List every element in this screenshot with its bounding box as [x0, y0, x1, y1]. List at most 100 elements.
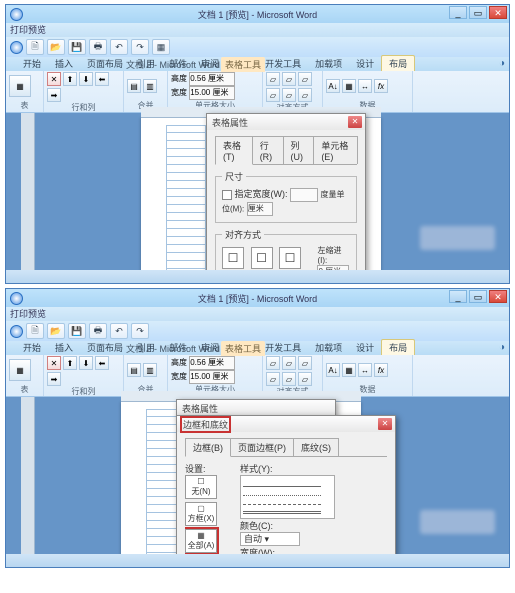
pref-width-input[interactable] — [290, 188, 318, 202]
convert-icon[interactable]: ↔ — [358, 363, 372, 377]
setting-none[interactable]: ☐无(N) — [185, 475, 217, 499]
open-icon[interactable]: 📂 — [47, 39, 65, 55]
setting-box[interactable]: ▢方框(X) — [185, 502, 217, 526]
delete-icon[interactable]: ✕ — [47, 356, 61, 370]
print-icon[interactable]: 🖶 — [89, 39, 107, 55]
help-icon[interactable]: ◑ — [499, 58, 505, 69]
select-icon[interactable]: ▦ — [9, 75, 31, 97]
tab-pagelayout[interactable]: 页面布局 — [80, 340, 130, 355]
align-center-opt[interactable]: ☐ — [251, 247, 273, 269]
align-mr-icon[interactable]: ▱ — [298, 372, 312, 386]
dialog-close-icon[interactable]: ✕ — [348, 116, 362, 128]
save-icon[interactable]: 💾 — [68, 323, 86, 339]
tab-developer[interactable]: 开发工具 — [258, 56, 308, 71]
style-listbox[interactable] — [240, 475, 335, 519]
close-button[interactable]: ✕ — [489, 6, 507, 19]
tab-page-border[interactable]: 页面边框(P) — [230, 438, 294, 456]
tab-pagelayout[interactable]: 页面布局 — [80, 56, 130, 71]
undo-icon[interactable]: ↶ — [110, 323, 128, 339]
open-icon[interactable]: 📂 — [47, 323, 65, 339]
align-tr-icon[interactable]: ▱ — [298, 72, 312, 86]
setting-all[interactable]: ▦全部(A) — [185, 529, 217, 553]
tab-layout[interactable]: 布局 — [381, 339, 415, 355]
insert-right-icon[interactable]: ➡ — [47, 372, 61, 386]
align-mc-icon[interactable]: ▱ — [282, 88, 296, 102]
tab-cell-prop[interactable]: 单元格(E) — [313, 136, 358, 164]
insert-above-icon[interactable]: ⬆ — [63, 72, 77, 86]
dialog2-close-icon[interactable]: ✕ — [378, 418, 392, 430]
align-tr-icon[interactable]: ▱ — [298, 356, 312, 370]
insert-below-icon[interactable]: ⬇ — [79, 72, 93, 86]
office-orb[interactable] — [10, 8, 23, 21]
maximize-button[interactable]: ▭ — [469, 6, 487, 19]
tab-table-prop[interactable]: 表格(T) — [215, 136, 253, 165]
tab-layout[interactable]: 布局 — [381, 55, 415, 71]
new-icon[interactable]: 🗎 — [26, 323, 44, 339]
minimize-button[interactable]: _ — [449, 290, 467, 303]
tab-row-prop[interactable]: 行(R) — [252, 136, 284, 164]
split-icon[interactable]: ▥ — [143, 363, 157, 377]
tab-design[interactable]: 设计 — [349, 340, 381, 355]
formula-icon[interactable]: fx — [374, 79, 388, 93]
tab-start[interactable]: 开始 — [16, 340, 48, 355]
tab-addins[interactable]: 加载项 — [308, 56, 349, 71]
minimize-button[interactable]: _ — [449, 6, 467, 19]
sort-icon[interactable]: A↓ — [326, 79, 340, 93]
height-input[interactable]: 0.56 厘米 — [189, 356, 235, 370]
delete-icon[interactable]: ✕ — [47, 72, 61, 86]
convert-icon[interactable]: ↔ — [358, 79, 372, 93]
align-mc-icon[interactable]: ▱ — [282, 372, 296, 386]
tab-developer[interactable]: 开发工具 — [258, 340, 308, 355]
redo-icon[interactable]: ↷ — [131, 323, 149, 339]
undo-icon[interactable]: ↶ — [110, 39, 128, 55]
print-icon[interactable]: 🖶 — [89, 323, 107, 339]
align-left-opt[interactable]: ☐ — [222, 247, 244, 269]
width-input[interactable]: 15.00 厘米 — [189, 86, 235, 100]
tab-addins[interactable]: 加载项 — [308, 340, 349, 355]
maximize-button[interactable]: ▭ — [469, 290, 487, 303]
tab-insert[interactable]: 插入 — [48, 340, 80, 355]
repeat-header-icon[interactable]: ▦ — [342, 363, 356, 377]
merge-icon[interactable]: ▤ — [127, 79, 141, 93]
align-mr-icon[interactable]: ▱ — [298, 88, 312, 102]
select-icon[interactable]: ▦ — [9, 359, 31, 381]
align-ml-icon[interactable]: ▱ — [266, 88, 280, 102]
measure-combo[interactable]: 厘米 — [247, 202, 273, 216]
tab-insert[interactable]: 插入 — [48, 56, 80, 71]
pref-width-checkbox[interactable] — [222, 190, 232, 200]
office-orb-2[interactable] — [10, 325, 23, 338]
tab-design[interactable]: 设计 — [349, 56, 381, 71]
insert-left-icon[interactable]: ⬅ — [95, 356, 109, 370]
redo-icon[interactable]: ↷ — [131, 39, 149, 55]
formula-icon[interactable]: fx — [374, 363, 388, 377]
align-tc-icon[interactable]: ▱ — [282, 72, 296, 86]
align-tl-icon[interactable]: ▱ — [266, 356, 280, 370]
table-icon[interactable]: ▦ — [152, 39, 170, 55]
color-combo[interactable]: 自动 ▾ — [240, 532, 300, 546]
split-icon[interactable]: ▥ — [143, 79, 157, 93]
sort-icon[interactable]: A↓ — [326, 363, 340, 377]
office-orb[interactable] — [10, 292, 23, 305]
tab-start[interactable]: 开始 — [16, 56, 48, 71]
save-icon[interactable]: 💾 — [68, 39, 86, 55]
align-tl-icon[interactable]: ▱ — [266, 72, 280, 86]
new-icon[interactable]: 🗎 — [26, 39, 44, 55]
align-tc-icon[interactable]: ▱ — [282, 356, 296, 370]
insert-right-icon[interactable]: ➡ — [47, 88, 61, 102]
close-button[interactable]: ✕ — [489, 290, 507, 303]
insert-below-icon[interactable]: ⬇ — [79, 356, 93, 370]
align-ml-icon[interactable]: ▱ — [266, 372, 280, 386]
width-input[interactable]: 15.00 厘米 — [189, 370, 235, 384]
tab-borders[interactable]: 边框(B) — [185, 438, 231, 457]
office-orb-2[interactable] — [10, 41, 23, 54]
insert-left-icon[interactable]: ⬅ — [95, 72, 109, 86]
insert-above-icon[interactable]: ⬆ — [63, 356, 77, 370]
align-right-opt[interactable]: ☐ — [279, 247, 301, 269]
tab-shading[interactable]: 底纹(S) — [293, 438, 339, 456]
merge-icon[interactable]: ▤ — [127, 363, 141, 377]
repeat-header-icon[interactable]: ▦ — [342, 79, 356, 93]
user-table[interactable] — [166, 125, 206, 284]
help-icon[interactable]: ◑ — [499, 342, 505, 353]
height-input[interactable]: 0.56 厘米 — [189, 72, 235, 86]
tab-col-prop[interactable]: 列(U) — [283, 136, 315, 164]
